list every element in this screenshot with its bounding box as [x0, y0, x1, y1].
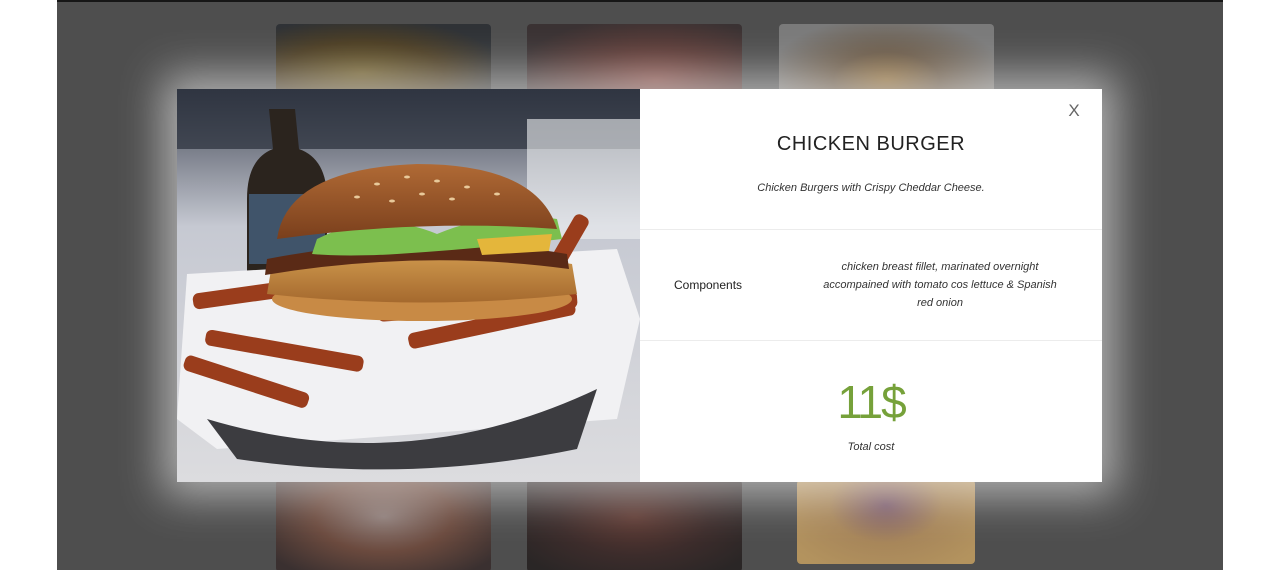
menu-item-photo[interactable]	[797, 480, 975, 564]
components-label: Components	[674, 278, 743, 292]
dish-modal: X CHICKEN BURGER Chicken Burgers with Cr…	[177, 89, 1102, 482]
menu-item-photo[interactable]	[527, 480, 742, 570]
dish-header: CHICKEN BURGER Chicken Burgers with Cris…	[640, 89, 1102, 230]
components-row: Components chicken breast fillet, marina…	[640, 230, 1102, 341]
menu-page: X CHICKEN BURGER Chicken Burgers with Cr…	[0, 0, 1280, 570]
dish-subtitle: Chicken Burgers with Crispy Cheddar Chee…	[757, 182, 985, 194]
dish-info-panel: X CHICKEN BURGER Chicken Burgers with Cr…	[640, 89, 1102, 482]
dish-title: CHICKEN BURGER	[776, 133, 966, 155]
price-section: 11$ Total cost	[640, 341, 1102, 482]
dish-photo	[177, 89, 640, 482]
components-description: chicken breast fillet, marinated overnig…	[823, 261, 1057, 309]
menu-item-photo[interactable]	[276, 480, 491, 570]
menu-item-photo[interactable]	[276, 24, 491, 94]
menu-item-photo[interactable]	[779, 24, 994, 94]
close-button[interactable]: X	[1064, 101, 1084, 121]
menu-item-photo[interactable]	[527, 24, 742, 94]
price-value: 11$	[837, 376, 906, 428]
burger-image	[177, 89, 640, 482]
price-label: Total cost	[847, 441, 895, 453]
